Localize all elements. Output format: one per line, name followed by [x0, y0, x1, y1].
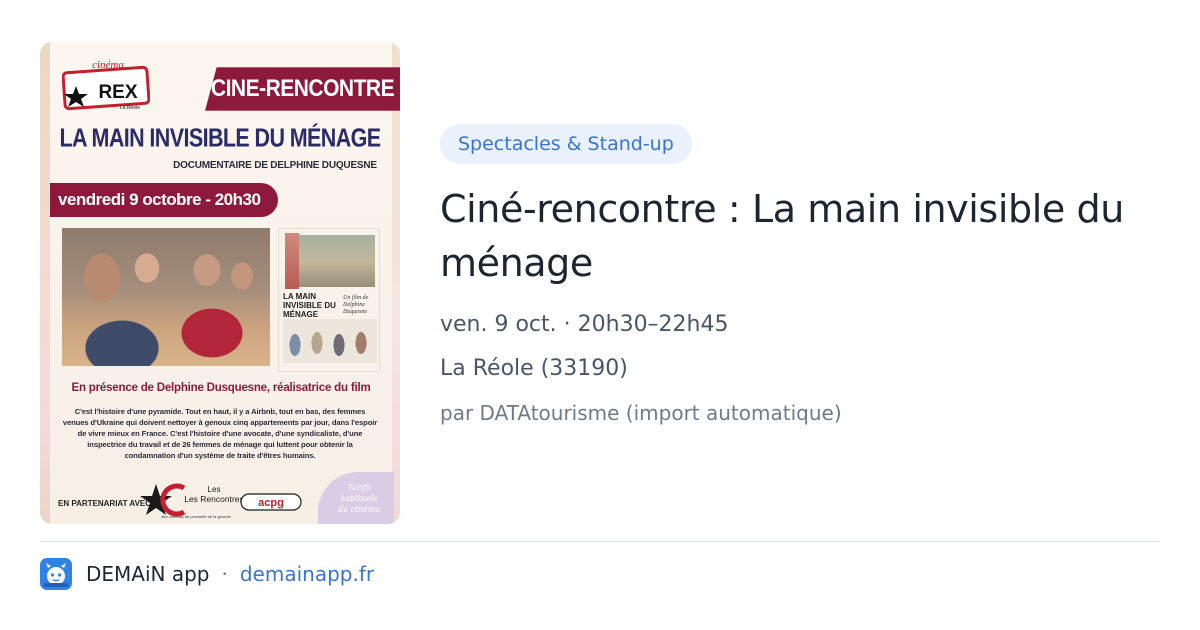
poster-tarifs-badge: Tarifs habituels du cinéma: [318, 472, 394, 524]
rencontres-logo-subtext: des cinémas de proximité de la gironde: [161, 514, 231, 519]
rencontres-logo-text: Les Rencontres: [184, 494, 244, 504]
demain-app-icon: [40, 558, 72, 590]
artwork-title: LA MAIN INVISIBLE DU MÉNAGE: [283, 292, 336, 319]
poster-banner: CINE-RENCONTRE: [205, 67, 400, 111]
footer-separator: ·: [221, 562, 228, 586]
svg-text:Les: Les: [208, 485, 221, 494]
cinema-rex-logo: cinéma REX La Réole: [62, 59, 150, 111]
poster-group-photo: [62, 228, 270, 366]
artwork-credit: Un film de Delphine Duquesne: [343, 295, 369, 316]
les-rencontres-logo: Les Les Rencontres des cinémas de proxim…: [140, 483, 244, 519]
rex-small-text: cinéma: [92, 59, 124, 71]
event-location: La Réole (33190): [440, 356, 628, 381]
poster-synopsis: C'est l'histoire d'une pyramide. Tout en…: [62, 407, 378, 460]
category-tag[interactable]: Spectacles & Stand-up: [440, 124, 692, 164]
rex-big-text: REX: [98, 82, 137, 103]
footer-divider: [40, 541, 1160, 542]
poster-documentary-credit: DOCUMENTAIRE DE DELPHINE DUQUESNE: [173, 160, 377, 171]
event-source: par DATAtourisme (import automatique): [440, 401, 842, 425]
poster-film-artwork: LA MAIN INVISIBLE DU MÉNAGE Un film de D…: [278, 228, 380, 372]
poster-partner-label: EN PARTENARIAT AVEC: [58, 499, 152, 508]
acpg-logo-text: acpg: [258, 497, 284, 509]
acpg-logo: acpg: [240, 493, 302, 511]
app-domain-link[interactable]: demainapp.fr: [240, 562, 374, 586]
event-title: Ciné-rencontre : La main invisible du mé…: [440, 187, 1124, 285]
app-name: DEMAiN app: [86, 562, 210, 586]
rex-town-text: La Réole: [120, 105, 140, 111]
poster-presence-line: En présence de Delphine Dusquesne, réali…: [71, 382, 371, 394]
event-datetime: ven. 9 oct. · 20h30–22h45: [440, 312, 729, 337]
event-poster-image: cinéma REX La Réole CINE-RENCONTRE LA MA…: [40, 42, 400, 524]
poster-film-title: LA MAIN INVISIBLE DU MÉNAGE: [59, 123, 381, 153]
site-footer: DEMAiN app · demainapp.fr: [40, 558, 374, 590]
poster-date-banner: vendredi 9 octobre - 20h30: [50, 183, 278, 217]
